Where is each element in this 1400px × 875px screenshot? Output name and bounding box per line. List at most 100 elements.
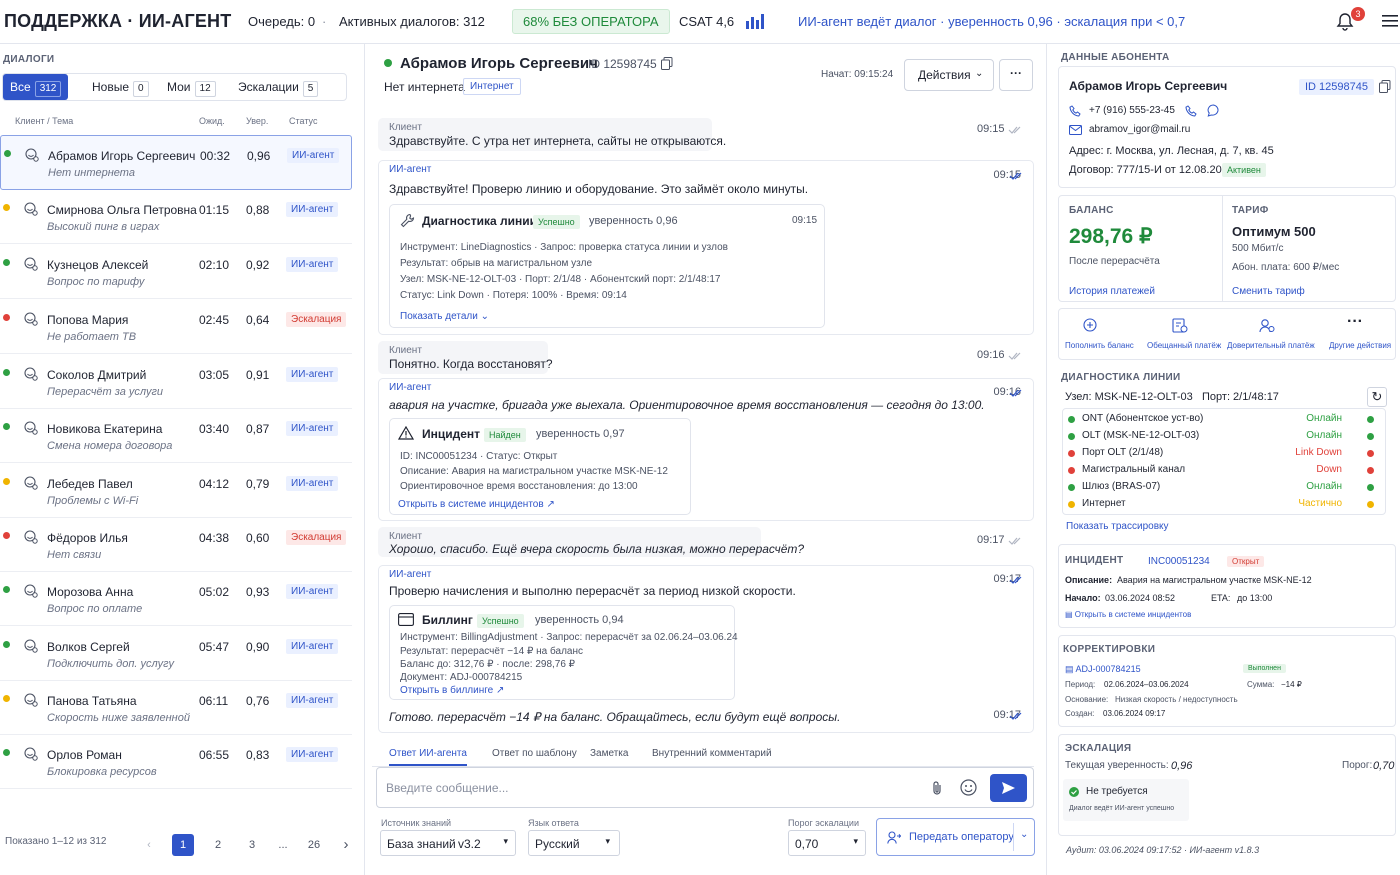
emoji-icon[interactable] — [960, 779, 977, 796]
chat-icon[interactable] — [1207, 104, 1220, 117]
status-dot — [1367, 450, 1374, 457]
chat-bot-icon — [24, 312, 38, 326]
kb-select[interactable]: База знаний v3.2 ▾ — [380, 830, 516, 856]
actions-button[interactable]: Действия ⌄ — [904, 59, 994, 91]
tab-internal-comment[interactable]: Внутренний комментарий — [652, 748, 772, 759]
threshold-select[interactable]: 0,70 ▾ — [788, 830, 866, 856]
copy-icon[interactable] — [1379, 80, 1391, 93]
dialog-row[interactable]: Орлов Роман Блокировка ресурсов 06:55 0,83 И… — [0, 735, 352, 789]
status-dot — [3, 695, 10, 702]
dialog-wait-time: 02:45 — [199, 313, 230, 327]
card-line: Документ: ADJ-000784215 — [400, 672, 523, 683]
dialog-wait-time: 05:02 — [199, 585, 230, 599]
page-2[interactable]: 2 — [207, 834, 229, 856]
corrections-panel: КОРРЕКТИРОВКИ ▤ ADJ-000784215 Выполнен П… — [1058, 635, 1396, 727]
message-text: Здравствуйте! Проверю линию и оборудован… — [389, 182, 809, 196]
tab-template-reply[interactable]: Ответ по шаблону — [492, 748, 577, 759]
action-trust-payment[interactable]: Доверительный платёж — [1225, 309, 1315, 359]
more-button[interactable]: ··· — [999, 59, 1033, 91]
show-details-link[interactable]: Показать детали ⌄ — [400, 311, 489, 322]
actions-button-label: Действия — [918, 68, 971, 82]
diag-node-label: Интернет — [1082, 498, 1126, 509]
dialog-row[interactable]: Соколов Дмитрий Перерасчёт за услуги 03:05… — [0, 355, 352, 409]
page-26[interactable]: 26 — [303, 834, 325, 856]
page-1[interactable]: 1 — [172, 834, 194, 856]
pager-info: Показано 1–12 из 312 — [5, 836, 107, 847]
dialog-row[interactable]: Фёдоров Илья Нет связи 04:38 0,60 Эскалация — [0, 518, 352, 572]
dialog-confidence: 0,96 — [247, 149, 271, 163]
dialog-client-name: Орлов Роман — [47, 748, 122, 762]
dialogs-section-title: ДИАЛОГИ — [3, 54, 55, 65]
next-page-icon[interactable]: › — [335, 834, 357, 856]
card-line: Инструмент: BillingAdjustment · Запрос: … — [400, 632, 738, 643]
action-top-up[interactable]: Пополнить баланс — [1059, 309, 1134, 359]
dialog-row[interactable]: Новикова Екатерина Смена номера договора 0… — [0, 409, 352, 463]
copy-icon[interactable] — [661, 57, 673, 70]
prev-page-icon[interactable]: ‹ — [138, 834, 160, 856]
line-diag-row: Магистральный канал Down — [1068, 463, 1378, 480]
dialog-row[interactable]: Абрамов Игорь Сергеевич Нет интернета 00:3… — [0, 135, 352, 190]
dialog-row[interactable]: Лебедев Павел Проблемы с Wi-Fi 04:12 0,79 ИИ… — [0, 464, 352, 518]
filter-new[interactable]: Новые 0 — [92, 74, 149, 100]
dialog-status-badge: Эскалация — [286, 312, 347, 327]
filter-label: Мои — [167, 80, 191, 94]
call-icon[interactable] — [1185, 105, 1197, 117]
dialog-client-name: Кузнецов Алексей — [47, 258, 149, 272]
handover-button[interactable]: Передать оператору ⌄ — [876, 818, 1035, 856]
double-check-icon — [1009, 389, 1022, 397]
card-status-badge: Успешно — [477, 614, 524, 628]
dialog-status-badge: ИИ-агент — [286, 202, 339, 217]
card-line: Инструмент: LineDiagnostics · Запрос: пр… — [400, 242, 728, 253]
tab-ai-reply[interactable]: Ответ ИИ-агента — [389, 748, 467, 766]
status-dot — [1068, 416, 1075, 423]
dialog-row[interactable]: Кузнецов Алексей Вопрос по тарифу 02:10 0,9… — [0, 245, 352, 299]
ai-status-line: ИИ-агент ведёт диалог · уверенность 0,96… — [798, 14, 1186, 29]
dialog-confidence: 0,93 — [246, 585, 270, 599]
change-tariff-link[interactable]: Сменить тариф — [1232, 286, 1305, 297]
filter-mine[interactable]: Мои 12 — [167, 74, 216, 100]
open-incident-link[interactable]: Открыть в системе инцидентов ↗ — [398, 499, 555, 510]
chat-subject: Нет интернета — [384, 80, 465, 94]
page-3[interactable]: 3 — [241, 834, 263, 856]
dialog-row[interactable]: Смирнова Ольга Петровна Высокий пинг в иг… — [0, 190, 352, 244]
app-title: ПОДДЕРЖКА · ИИ-АГЕНТ — [4, 11, 232, 31]
dialog-row[interactable]: Волков Сергей Подключить доп. услугу 05:47… — [0, 627, 352, 681]
message-text: авария на участке, бригада уже выехала. … — [389, 398, 985, 412]
correction-id-link[interactable]: ▤ ADJ-000784215 — [1065, 664, 1141, 675]
diag-node-status: Онлайн — [1306, 481, 1342, 492]
incident-card: Инцидент Найден уверенность 0,97 ID: INC… — [389, 418, 691, 515]
billing-card: Биллинг Успешно уверенность 0,94 Инструм… — [389, 605, 738, 700]
action-promised-payment[interactable]: Обещанный платёж — [1143, 309, 1221, 359]
diag-node-label: Магистральный канал — [1082, 464, 1186, 475]
handover-label: Передать оператору — [909, 831, 1014, 843]
incident-id-link[interactable]: INC00051234 — [1148, 556, 1210, 567]
refresh-icon[interactable]: ↻ — [1367, 387, 1387, 407]
action-label: Доверительный платёж — [1227, 341, 1315, 350]
status-dot — [3, 749, 10, 756]
check-circle-icon — [1069, 787, 1079, 797]
analytics-icon[interactable] — [745, 12, 765, 30]
dialog-row[interactable]: Панова Татьяна Скорость ниже заявленной 06… — [0, 681, 352, 735]
payment-history-link[interactable]: История платежей — [1069, 286, 1155, 297]
incident-status-badge: Открыт — [1227, 556, 1265, 567]
filter-escalations[interactable]: Эскалации 5 — [238, 74, 319, 100]
trust-payment-icon — [1259, 319, 1275, 333]
dialog-client-name: Попова Мария — [47, 313, 129, 327]
dialog-row[interactable]: Морозова Анна Вопрос по оплате 05:02 0,93 ИИ… — [0, 572, 352, 626]
filter-all[interactable]: Все 312 — [3, 74, 69, 100]
card-line: Ориентировочное время восстановления: до… — [400, 481, 638, 492]
send-button[interactable] — [990, 774, 1027, 802]
show-trace-link[interactable]: Показать трассировку — [1066, 521, 1169, 532]
dialog-row[interactable]: Попова Мария Не работает ТВ 02:45 0,64 Эскал… — [0, 300, 352, 354]
open-billing-link[interactable]: Открыть в биллинге ↗ — [400, 685, 504, 696]
link-label: Открыть в биллинге — [400, 685, 494, 696]
menu-icon[interactable] — [1382, 14, 1398, 28]
notification-count-badge: 3 — [1351, 7, 1365, 21]
dialog-status-badge: ИИ-агент — [286, 257, 339, 272]
language-select[interactable]: Русский ▾ — [528, 830, 620, 856]
escalation-threshold: 0,70 — [1373, 760, 1395, 772]
open-incident-system-link[interactable]: ▤ Открыть в системе инцидентов — [1065, 610, 1191, 619]
action-more[interactable]: ··· Другие действия — [1321, 309, 1395, 359]
tab-note[interactable]: Заметка — [590, 748, 628, 759]
attachment-icon[interactable] — [930, 780, 944, 796]
